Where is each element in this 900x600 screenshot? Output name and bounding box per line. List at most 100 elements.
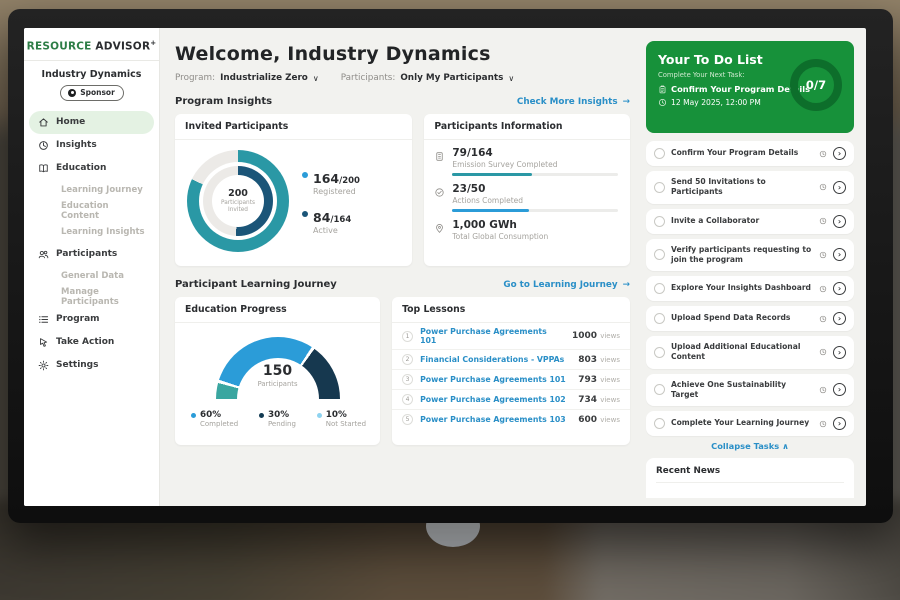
chevron-down-icon: ∨ — [508, 74, 514, 83]
sidebar-item-manage-participants[interactable]: Manage Participants — [29, 287, 154, 308]
task-checkbox[interactable] — [654, 384, 665, 395]
lesson-title-link[interactable]: Power Purchase Agreements 103 — [420, 415, 571, 424]
task-checkbox[interactable] — [654, 182, 665, 193]
sponsor-badge[interactable]: Sponsor — [60, 85, 124, 101]
card-title: Education Progress — [175, 297, 380, 323]
sidebar-item-general-data[interactable]: General Data — [29, 266, 154, 287]
chevron-right-icon[interactable]: › — [833, 383, 846, 396]
task-checkbox[interactable] — [654, 347, 665, 358]
lesson-row-1[interactable]: 1 Power Purchase Agreements 101 1000 vie… — [392, 323, 630, 350]
lesson-row-3[interactable]: 3 Power Purchase Agreements 101 793 view… — [392, 370, 630, 390]
chevron-up-icon: ∧ — [782, 441, 789, 451]
sponsor-label: Sponsor — [80, 88, 115, 97]
sidebar-item-learning-insights[interactable]: Learning Insights — [29, 222, 154, 243]
lesson-row-2[interactable]: 2 Financial Considerations - VPPAs 803 v… — [392, 350, 630, 370]
task-checkbox[interactable] — [654, 283, 665, 294]
consumption-row: 1,000 GWh Total Global Consumption — [434, 219, 618, 241]
task-item-5[interactable]: Explore Your Insights Dashboard › — [646, 276, 854, 301]
gauge-center-value: 150 — [216, 363, 340, 379]
task-item-1[interactable]: Confirm Your Program Details › — [646, 141, 854, 166]
sidebar-item-take-action[interactable]: Take Action — [29, 331, 154, 354]
active-legend-item: 84/164 Active — [302, 207, 360, 235]
lesson-title-link[interactable]: Financial Considerations - VPPAs — [420, 355, 571, 364]
lesson-title-link[interactable]: Power Purchase Agreements 101 — [420, 375, 571, 384]
sidebar-item-label: Program — [56, 314, 100, 324]
sidebar-item-home[interactable]: Home — [29, 111, 154, 134]
task-checkbox[interactable] — [654, 216, 665, 227]
task-item-2[interactable]: Send 50 Invitations to Participants › — [646, 171, 854, 204]
invited-donut-chart: 200 Participants Invited — [187, 150, 289, 252]
sidebar-item-program[interactable]: Program — [29, 308, 154, 331]
page-title: Welcome, Industry Dynamics — [175, 43, 630, 65]
program-filter[interactable]: Program: Industrialize Zero ∨ — [175, 73, 319, 83]
active-label: Active — [313, 226, 351, 235]
participants-filter[interactable]: Participants: Only My Participants ∨ — [341, 73, 514, 83]
sidebar-item-insights[interactable]: Insights — [29, 134, 154, 157]
education-legend: 60% Completed 30% Pending — [175, 400, 380, 428]
chevron-right-icon[interactable]: › — [833, 248, 846, 261]
sidebar-item-settings[interactable]: Settings — [29, 354, 154, 377]
lesson-title-link[interactable]: Power Purchase Agreements 102 — [420, 395, 571, 404]
arrow-right-icon: → — [623, 280, 630, 290]
lesson-rank: 4 — [402, 394, 413, 405]
monitor-bezel: RESOURCE ADVISOR+ Industry Dynamics Spon… — [8, 9, 893, 523]
chevron-right-icon[interactable]: › — [833, 215, 846, 228]
task-item-3[interactable]: Invite a Collaborator › — [646, 209, 854, 234]
recent-news-card: Recent News — [646, 458, 854, 498]
task-checkbox[interactable] — [654, 418, 665, 429]
main-content: Welcome, Industry Dynamics Program: Indu… — [160, 28, 640, 506]
check-more-insights-link[interactable]: Check More Insights → — [517, 97, 630, 107]
brand-secondary: ADVISOR — [95, 41, 150, 53]
task-checkbox[interactable] — [654, 148, 665, 159]
chevron-right-icon[interactable]: › — [833, 312, 846, 325]
participants-filter-value: Only My Participants — [400, 73, 503, 83]
donut-center-value: 200 — [228, 188, 248, 199]
sidebar-item-participants[interactable]: Participants — [29, 243, 154, 266]
task-item-9[interactable]: Complete Your Learning Journey › — [646, 411, 854, 436]
sidebar-item-learning-journey[interactable]: Learning Journey — [29, 180, 154, 201]
lesson-rank: 2 — [402, 354, 413, 365]
clock-icon — [819, 348, 827, 356]
registered-legend-item: 164/200 Registered — [302, 168, 360, 196]
filters-row: Program: Industrialize Zero ∨ Participan… — [175, 73, 630, 83]
task-item-8[interactable]: Achieve One Sustainability Target › — [646, 374, 854, 407]
chevron-right-icon[interactable]: › — [833, 346, 846, 359]
lesson-row-5[interactable]: 5 Power Purchase Agreements 103 600 view… — [392, 410, 630, 429]
sidebar-item-label: Education Content — [61, 201, 145, 221]
sidebar-item-label: Insights — [56, 140, 97, 150]
emission-survey-progressbar — [452, 173, 618, 176]
chevron-right-icon[interactable]: › — [833, 147, 846, 160]
clipboard-icon — [658, 85, 667, 94]
task-item-4[interactable]: Verify participants requesting to join t… — [646, 239, 854, 272]
pending-pct: 30% — [268, 410, 296, 420]
chevron-right-icon[interactable]: › — [833, 282, 846, 295]
task-label: Invite a Collaborator — [671, 216, 813, 226]
completed-pct: 60% — [200, 410, 238, 420]
clock-icon — [819, 217, 827, 225]
actions-completed-row: 23/50 Actions Completed — [434, 183, 618, 212]
education-icon — [38, 163, 49, 174]
building-icon — [434, 151, 445, 162]
completed-label: Completed — [200, 420, 238, 428]
lesson-title-link[interactable]: Power Purchase Agreements 101 — [420, 327, 565, 345]
chevron-right-icon[interactable]: › — [833, 181, 846, 194]
sidebar-item-label: Participants — [56, 249, 117, 259]
invited-legend: 164/200 Registered 84/164 Active — [302, 168, 360, 235]
clock-icon — [819, 285, 827, 293]
sidebar-item-education-content[interactable]: Education Content — [29, 201, 154, 222]
sidebar-item-label: Home — [56, 117, 85, 127]
arrow-right-icon: → — [623, 97, 630, 107]
learning-journey-header: Participant Learning Journey Go to Learn… — [175, 279, 630, 290]
task-checkbox[interactable] — [654, 313, 665, 324]
sidebar-item-education[interactable]: Education — [29, 157, 154, 180]
collapse-tasks-link[interactable]: Collapse Tasks ∧ — [646, 441, 854, 451]
task-checkbox[interactable] — [654, 249, 665, 260]
task-item-6[interactable]: Upload Spend Data Records › — [646, 306, 854, 331]
program-filter-label: Program: — [175, 73, 215, 83]
lesson-row-4[interactable]: 4 Power Purchase Agreements 102 734 view… — [392, 390, 630, 410]
chevron-right-icon[interactable]: › — [833, 417, 846, 430]
go-to-learning-journey-link[interactable]: Go to Learning Journey → — [503, 280, 630, 290]
brand-primary: RESOURCE — [27, 41, 92, 53]
task-label: Complete Your Learning Journey — [671, 418, 813, 428]
task-item-7[interactable]: Upload Additional Educational Content › — [646, 336, 854, 369]
